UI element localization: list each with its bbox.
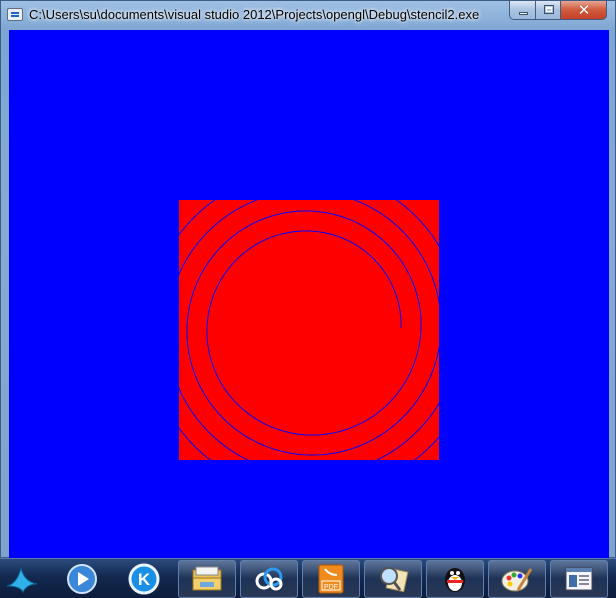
stencil-scene (9, 30, 609, 558)
opengl-canvas[interactable] (9, 30, 609, 558)
qq-penguin-icon (445, 568, 465, 592)
taskbar-item-bird[interactable] (2, 560, 42, 598)
svg-text:PDF: PDF (324, 584, 338, 591)
close-icon: ✕ (577, 1, 591, 19)
taskbar-item-media[interactable] (56, 560, 108, 598)
taskbar: K PDF (0, 558, 616, 598)
paint-icon (501, 568, 533, 592)
minimize-icon (519, 12, 528, 15)
taskbar-item-k[interactable]: K (118, 560, 170, 598)
media-player-icon (67, 564, 97, 594)
taskbar-item-explorer[interactable] (178, 560, 236, 598)
app-icon[interactable] (7, 8, 23, 21)
application-window-icon (565, 567, 593, 591)
image-viewer-icon (380, 567, 409, 593)
taskbar-item-paint[interactable] (488, 560, 546, 598)
pdf-reader-icon: PDF (318, 564, 344, 594)
title-bar[interactable]: C:\Users\su\documents\visual studio 2012… (1, 1, 615, 29)
taskbar-item-qq[interactable] (426, 560, 484, 598)
svg-text:K: K (138, 570, 151, 589)
taskbar-item-cloud[interactable] (240, 560, 298, 598)
k-app-icon: K (128, 563, 160, 595)
minimize-button[interactable] (509, 1, 536, 20)
red-square (179, 200, 439, 460)
maximize-icon (544, 5, 554, 14)
taskbar-item-pdf[interactable]: PDF (302, 560, 360, 598)
taskbar-item-window[interactable] (550, 560, 608, 598)
taskbar-item-viewer[interactable] (364, 560, 422, 598)
app-window: C:\Users\su\documents\visual studio 2012… (0, 0, 616, 558)
bird-app-icon (6, 567, 38, 594)
window-title: C:\Users\su\documents\visual studio 2012… (29, 7, 480, 22)
cloud-drive-icon (255, 567, 283, 591)
maximize-button[interactable] (535, 1, 561, 20)
close-button[interactable]: ✕ (560, 1, 607, 20)
file-explorer-icon (192, 566, 222, 591)
